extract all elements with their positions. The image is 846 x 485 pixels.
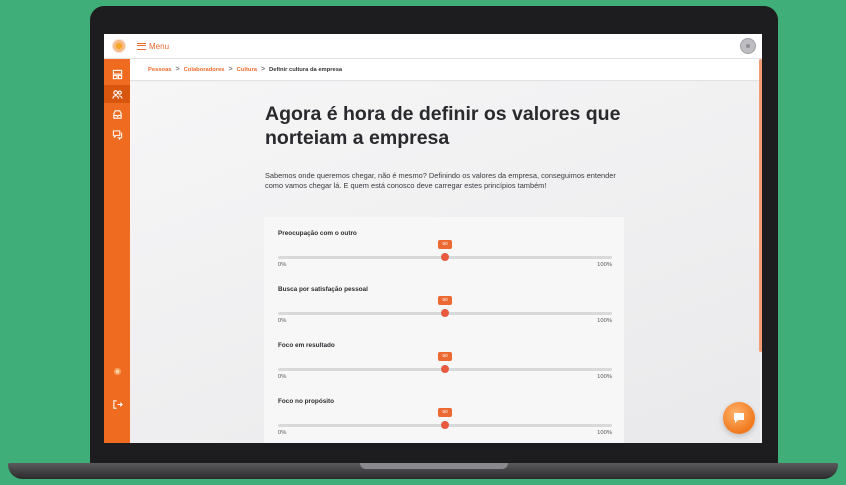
value-slider[interactable]: Foco em resultado 50 0% 100% bbox=[278, 342, 612, 386]
sidebar-item-chat[interactable] bbox=[104, 125, 130, 143]
scrollbar[interactable] bbox=[759, 59, 762, 352]
slider-min-label: 0% bbox=[278, 262, 287, 268]
slider-label: Preocupação com o outro bbox=[278, 230, 357, 237]
slider-value-badge: 50 bbox=[438, 352, 452, 361]
hamburger-icon bbox=[137, 42, 146, 50]
logout-icon bbox=[112, 399, 123, 409]
breadcrumb-current: Definir cultura da empresa bbox=[269, 66, 343, 73]
slider-value-badge: 50 bbox=[438, 296, 452, 305]
people-icon bbox=[111, 89, 123, 99]
breadcrumb-separator: > bbox=[260, 66, 266, 73]
breadcrumb-colaboradores[interactable]: Colaboradores bbox=[184, 67, 225, 73]
slider-thumb[interactable] bbox=[441, 365, 449, 373]
inbox-icon bbox=[112, 109, 122, 119]
sidebar bbox=[104, 59, 130, 443]
app-logo bbox=[112, 39, 126, 53]
breadcrumb-separator: > bbox=[175, 66, 180, 73]
sidebar-item-sun[interactable] bbox=[104, 362, 130, 380]
slider-value-badge: 50 bbox=[438, 408, 452, 417]
dashboard-icon bbox=[112, 69, 122, 79]
slider-thumb[interactable] bbox=[441, 253, 449, 261]
values-card: Preocupação com o outro 50 0% 100% Busca… bbox=[264, 217, 624, 443]
slider-thumb[interactable] bbox=[441, 421, 449, 429]
breadcrumb-separator: > bbox=[228, 66, 233, 73]
menu-button[interactable]: Menu bbox=[137, 39, 169, 53]
laptop-notch bbox=[360, 463, 508, 469]
slider-value-badge: 50 bbox=[438, 240, 452, 249]
sidebar-item-dashboard[interactable] bbox=[104, 65, 130, 83]
menu-label: Menu bbox=[149, 41, 170, 51]
slider-min-label: 0% bbox=[278, 318, 287, 324]
value-slider[interactable]: Preocupação com o outro 50 0% 100% bbox=[278, 230, 612, 274]
slider-max-label: 100% bbox=[597, 262, 612, 268]
page-intro: Sabemos onde queremos chegar, não é mesm… bbox=[265, 171, 616, 191]
sun-icon bbox=[113, 367, 121, 375]
sidebar-item-inbox[interactable] bbox=[104, 105, 130, 123]
user-avatar[interactable] bbox=[740, 38, 756, 54]
page-title: Agora é hora de definir os valores que n… bbox=[265, 103, 621, 149]
top-bar: Menu bbox=[104, 34, 762, 59]
slider-max-label: 100% bbox=[597, 374, 612, 380]
sidebar-item-people[interactable] bbox=[104, 85, 130, 103]
breadcrumb: Pessoas > Colaboradores > Cultura > Defi… bbox=[130, 59, 762, 81]
sidebar-item-logout[interactable] bbox=[104, 395, 130, 413]
value-slider[interactable]: Foco no propósito 50 0% 100% bbox=[278, 398, 612, 442]
slider-min-label: 0% bbox=[278, 374, 287, 380]
slider-max-label: 100% bbox=[597, 318, 612, 324]
chat-icon bbox=[112, 129, 122, 140]
value-slider[interactable]: Busca por satisfação pessoal 50 0% 100% bbox=[278, 286, 612, 330]
slider-label: Busca por satisfação pessoal bbox=[278, 286, 368, 293]
chat-bubble-icon bbox=[734, 413, 744, 423]
slider-max-label: 100% bbox=[597, 430, 612, 436]
slider-thumb[interactable] bbox=[441, 309, 449, 317]
breadcrumb-pessoas[interactable]: Pessoas bbox=[148, 67, 172, 73]
app-screen: Menu Pessoas > Colaboradores > Cultura >… bbox=[104, 34, 762, 443]
slider-label: Foco no propósito bbox=[278, 398, 335, 405]
slider-label: Foco em resultado bbox=[278, 342, 335, 349]
chat-support-button[interactable] bbox=[723, 402, 755, 434]
slider-min-label: 0% bbox=[278, 430, 287, 436]
breadcrumb-cultura[interactable]: Cultura bbox=[237, 67, 257, 73]
